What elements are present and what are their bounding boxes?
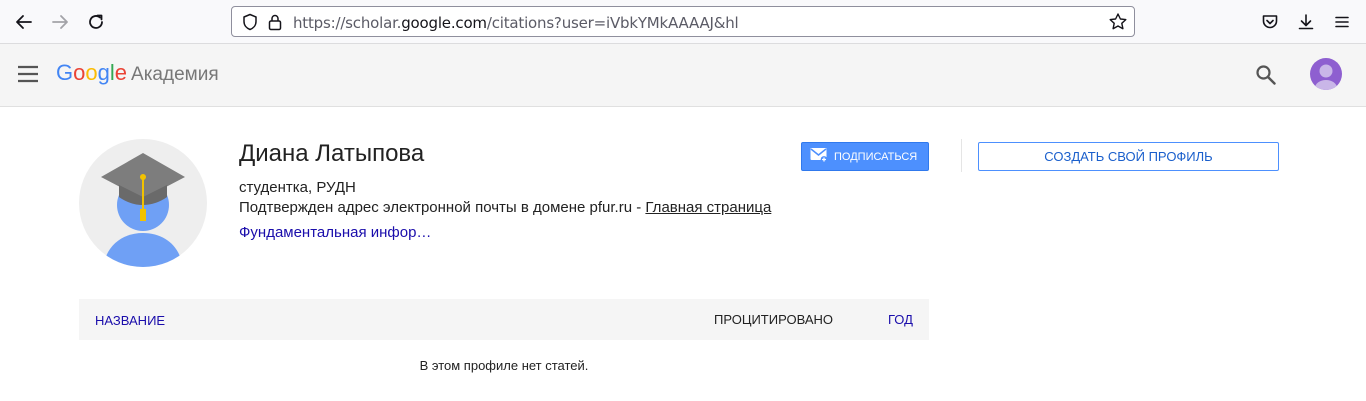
logo-letter: o <box>73 60 86 85</box>
lock-icon[interactable] <box>268 13 282 36</box>
search-icon[interactable] <box>1255 64 1277 91</box>
profile-name: Диана Латыпова <box>239 140 425 167</box>
column-title[interactable]: НАЗВАНИЕ <box>95 313 165 328</box>
star-bookmark-icon[interactable] <box>1108 12 1128 37</box>
envelope-icon <box>810 147 828 166</box>
google-scholar-logo[interactable]: Google Академия <box>56 60 219 86</box>
browser-toolbar: https://scholar.google.com/citations?use… <box>0 0 1366 44</box>
column-year[interactable]: ГОД <box>888 312 913 327</box>
reload-icon[interactable] <box>84 10 108 34</box>
url-path: /citations?user=iVbkYMkAAAAJ&hl <box>486 14 739 32</box>
app-menu-icon[interactable] <box>1330 10 1354 34</box>
articles-table-header: НАЗВАНИЕ ПРОЦИТИРОВАНО ГОД <box>79 299 929 340</box>
profile-photo <box>79 139 207 267</box>
create-profile-button[interactable]: СОЗДАТЬ СВОЙ ПРОФИЛЬ <box>978 142 1279 171</box>
pocket-icon[interactable] <box>1258 10 1282 34</box>
account-avatar[interactable] <box>1310 58 1342 90</box>
column-cited-by[interactable]: ПРОЦИТИРОВАНО <box>714 312 833 327</box>
profile-affiliation: студентка, РУДН <box>239 179 356 196</box>
logo-letter: g <box>97 60 110 85</box>
follow-label: ПОДПИСАТЬСЯ <box>834 150 918 163</box>
email-text: Подтвержден адрес электронной почты в до… <box>239 199 646 216</box>
interest-link[interactable]: Фундаментальная инфор… <box>239 224 431 241</box>
logo-letter: o <box>85 60 98 85</box>
download-icon[interactable] <box>1294 10 1318 34</box>
logo-letter: e <box>114 60 128 85</box>
shield-icon[interactable] <box>242 13 258 36</box>
profile-email: Подтвержден адрес электронной почты в до… <box>239 199 771 216</box>
back-arrow-icon[interactable] <box>12 10 36 34</box>
product-name: Академия <box>131 64 219 85</box>
forward-arrow-icon[interactable] <box>48 10 72 34</box>
address-bar[interactable]: https://scholar.google.com/citations?use… <box>231 6 1135 37</box>
empty-articles-message: В этом профиле нет статей. <box>419 358 589 373</box>
url-host: google.com <box>401 14 487 32</box>
url-text[interactable]: https://scholar.google.com/citations?use… <box>293 14 739 32</box>
scholar-header: Google Академия <box>0 44 1366 107</box>
logo-letter: G <box>56 60 74 85</box>
follow-button[interactable]: ПОДПИСАТЬСЯ <box>801 142 929 171</box>
hamburger-menu-icon[interactable] <box>17 65 39 88</box>
url-prefix: https://scholar. <box>293 14 402 32</box>
homepage-link[interactable]: Главная страница <box>645 199 771 216</box>
vertical-divider <box>961 139 962 172</box>
